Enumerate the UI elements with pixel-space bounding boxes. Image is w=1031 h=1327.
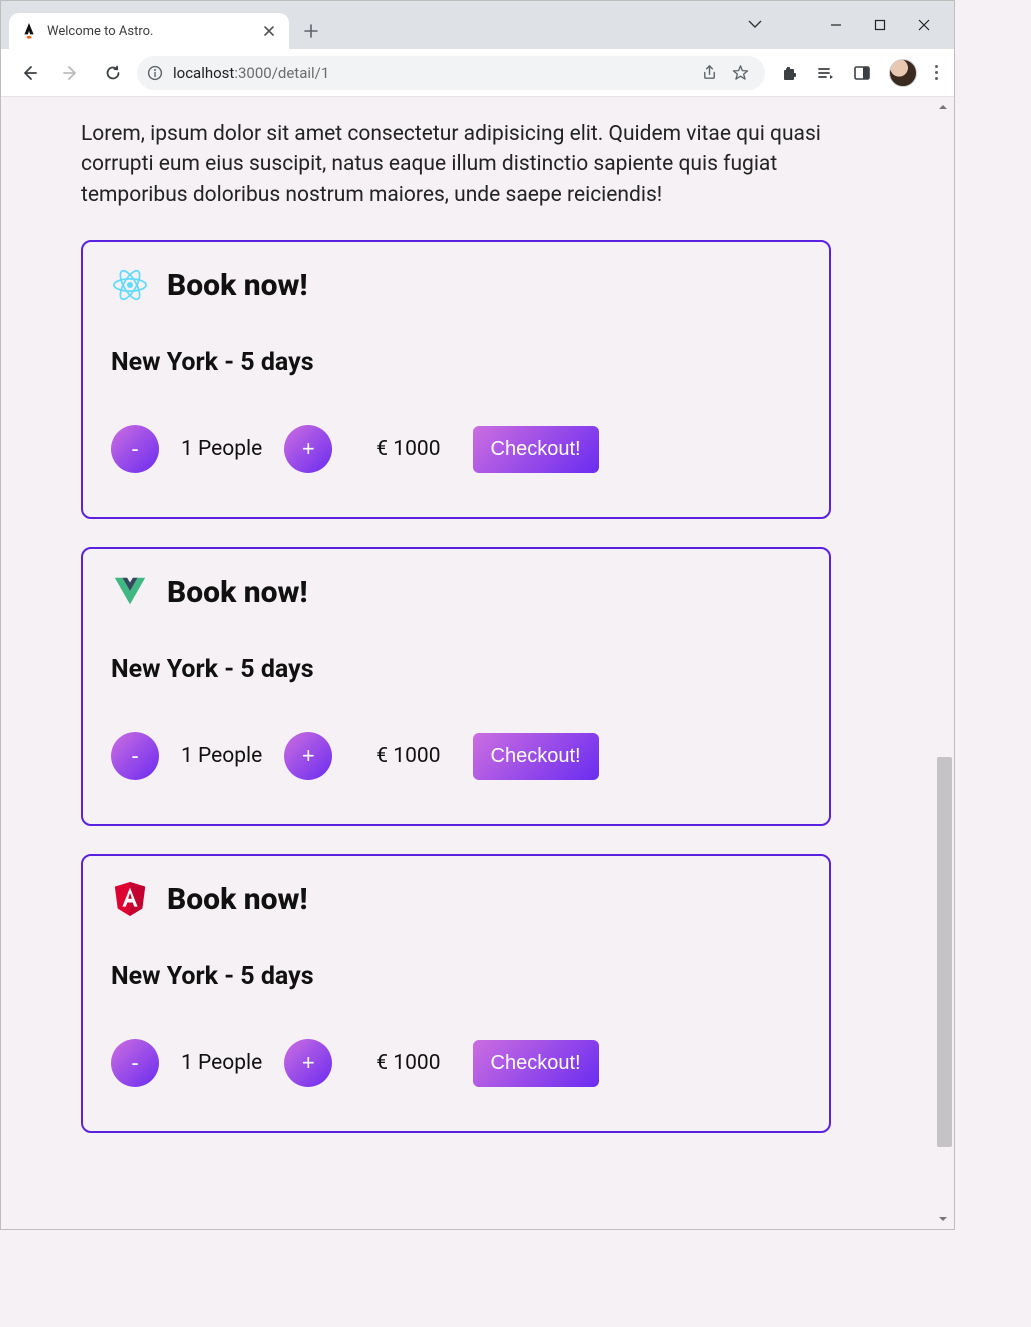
window-controls (806, 1, 954, 49)
chrome-menu-button[interactable] (935, 65, 938, 80)
scroll-down-arrow-icon[interactable] (935, 1211, 951, 1227)
decrement-button[interactable]: - (111, 425, 159, 473)
card-title: Book now! (167, 575, 308, 610)
increment-button[interactable]: + (284, 1039, 332, 1087)
window-minimize-button[interactable] (828, 17, 844, 33)
card-subtitle: New York - 5 days (111, 962, 801, 991)
bookmark-star-icon[interactable] (732, 64, 749, 81)
booking-card-react: Book now! New York - 5 days - 1 People +… (81, 240, 831, 519)
browser-tab[interactable]: Welcome to Astro. (9, 13, 289, 49)
card-title: Book now! (167, 268, 308, 303)
people-count: 1 People (177, 1051, 266, 1075)
window-maximize-button[interactable] (872, 17, 888, 33)
booking-controls: - 1 People + € 1000 Checkout! (111, 732, 801, 780)
nav-back-button[interactable] (11, 55, 47, 91)
window-close-button[interactable] (916, 17, 932, 33)
price-label: € 1000 (376, 1051, 440, 1075)
scroll-up-arrow-icon[interactable] (935, 99, 951, 115)
url-text: localhost:3000/detail/1 (173, 64, 691, 82)
browser-titlebar: Welcome to Astro. (1, 1, 954, 49)
react-icon (111, 266, 149, 304)
nav-reload-button[interactable] (95, 55, 131, 91)
angular-icon (111, 880, 149, 918)
checkout-button[interactable]: Checkout! (473, 733, 599, 780)
new-tab-button[interactable] (295, 15, 327, 47)
site-info-icon[interactable] (147, 65, 163, 81)
card-subtitle: New York - 5 days (111, 655, 801, 684)
page-content: Lorem, ipsum dolor sit amet consectetur … (1, 97, 901, 1191)
toolbar-right (771, 59, 944, 87)
scrollbar-thumb[interactable] (937, 757, 952, 1147)
extensions-icon[interactable] (781, 64, 799, 82)
decrement-button[interactable]: - (111, 732, 159, 780)
address-bar[interactable]: localhost:3000/detail/1 (137, 56, 765, 90)
tab-search-button[interactable] (746, 15, 764, 33)
increment-button[interactable]: + (284, 732, 332, 780)
url-path: /detail/1 (272, 64, 330, 82)
booking-card-angular: Book now! New York - 5 days - 1 People +… (81, 854, 831, 1133)
tab-close-button[interactable] (261, 23, 277, 39)
card-subtitle: New York - 5 days (111, 348, 801, 377)
people-count: 1 People (177, 437, 266, 461)
booking-card-vue: Book now! New York - 5 days - 1 People +… (81, 547, 831, 826)
media-control-icon[interactable] (817, 64, 835, 82)
price-label: € 1000 (376, 744, 440, 768)
side-panel-icon[interactable] (853, 64, 871, 82)
vue-icon (111, 573, 149, 611)
browser-toolbar: localhost:3000/detail/1 (1, 49, 954, 97)
astro-favicon-icon (21, 23, 37, 39)
price-label: € 1000 (376, 437, 440, 461)
decrement-button[interactable]: - (111, 1039, 159, 1087)
increment-button[interactable]: + (284, 425, 332, 473)
nav-forward-button[interactable] (53, 55, 89, 91)
intro-paragraph: Lorem, ipsum dolor sit amet consectetur … (81, 119, 831, 210)
profile-avatar[interactable] (889, 59, 917, 87)
people-count: 1 People (177, 744, 266, 768)
url-host: localhost (173, 64, 234, 82)
browser-window: Welcome to Astro. (0, 0, 955, 1230)
booking-controls: - 1 People + € 1000 Checkout! (111, 425, 801, 473)
share-icon[interactable] (701, 64, 718, 81)
card-title: Book now! (167, 882, 308, 917)
booking-controls: - 1 People + € 1000 Checkout! (111, 1039, 801, 1087)
page-viewport: Lorem, ipsum dolor sit amet consectetur … (1, 97, 954, 1229)
checkout-button[interactable]: Checkout! (473, 426, 599, 473)
url-port: :3000 (234, 64, 271, 82)
checkout-button[interactable]: Checkout! (473, 1040, 599, 1087)
tab-title: Welcome to Astro. (47, 24, 261, 39)
